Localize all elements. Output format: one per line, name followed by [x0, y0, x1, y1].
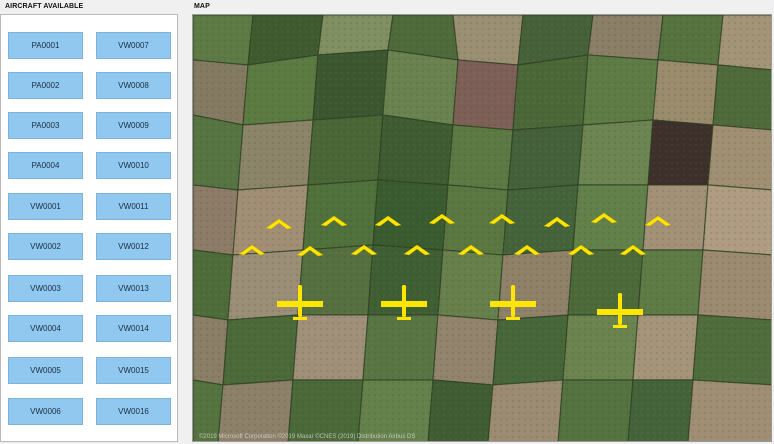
aircraft-button-vw0002[interactable]: VW0002 [8, 233, 83, 260]
aircraft-list-panel: PA0001 VW0007 PA0002 VW0008 PA0003 VW000… [0, 14, 178, 442]
aircraft-button-vw0013[interactable]: VW0013 [96, 275, 171, 302]
aircraft-available-title: AIRCRAFT AVAILABLE [5, 3, 84, 10]
map-title: MAP [194, 3, 210, 10]
aircraft-button-pa0001[interactable]: PA0001 [8, 32, 83, 59]
satellite-map[interactable]: ©2019 Microsoft Corporation ©2019 Maxar … [192, 14, 772, 442]
aircraft-button-pa0003[interactable]: PA0003 [8, 112, 83, 139]
aircraft-button-vw0012[interactable]: VW0012 [96, 233, 171, 260]
aircraft-button-vw0014[interactable]: VW0014 [96, 315, 171, 342]
aircraft-button-vw0015[interactable]: VW0015 [96, 357, 171, 384]
aircraft-button-pa0002[interactable]: PA0002 [8, 72, 83, 99]
aircraft-button-pa0004[interactable]: PA0004 [8, 152, 83, 179]
aircraft-button-vw0005[interactable]: VW0005 [8, 357, 83, 384]
aircraft-button-vw0007[interactable]: VW0007 [96, 32, 171, 59]
satellite-imagery [193, 15, 771, 441]
aircraft-button-vw0004[interactable]: VW0004 [8, 315, 83, 342]
aircraft-button-vw0010[interactable]: VW0010 [96, 152, 171, 179]
aircraft-button-vw0001[interactable]: VW0001 [8, 193, 83, 220]
map-credit: ©2019 Microsoft Corporation ©2019 Maxar … [199, 434, 416, 440]
aircraft-button-vw0006[interactable]: VW0006 [8, 398, 83, 425]
aircraft-button-vw0008[interactable]: VW0008 [96, 72, 171, 99]
aircraft-button-vw0016[interactable]: VW0016 [96, 398, 171, 425]
aircraft-button-vw0011[interactable]: VW0011 [96, 193, 171, 220]
aircraft-button-vw0003[interactable]: VW0003 [8, 275, 83, 302]
aircraft-button-vw0009[interactable]: VW0009 [96, 112, 171, 139]
